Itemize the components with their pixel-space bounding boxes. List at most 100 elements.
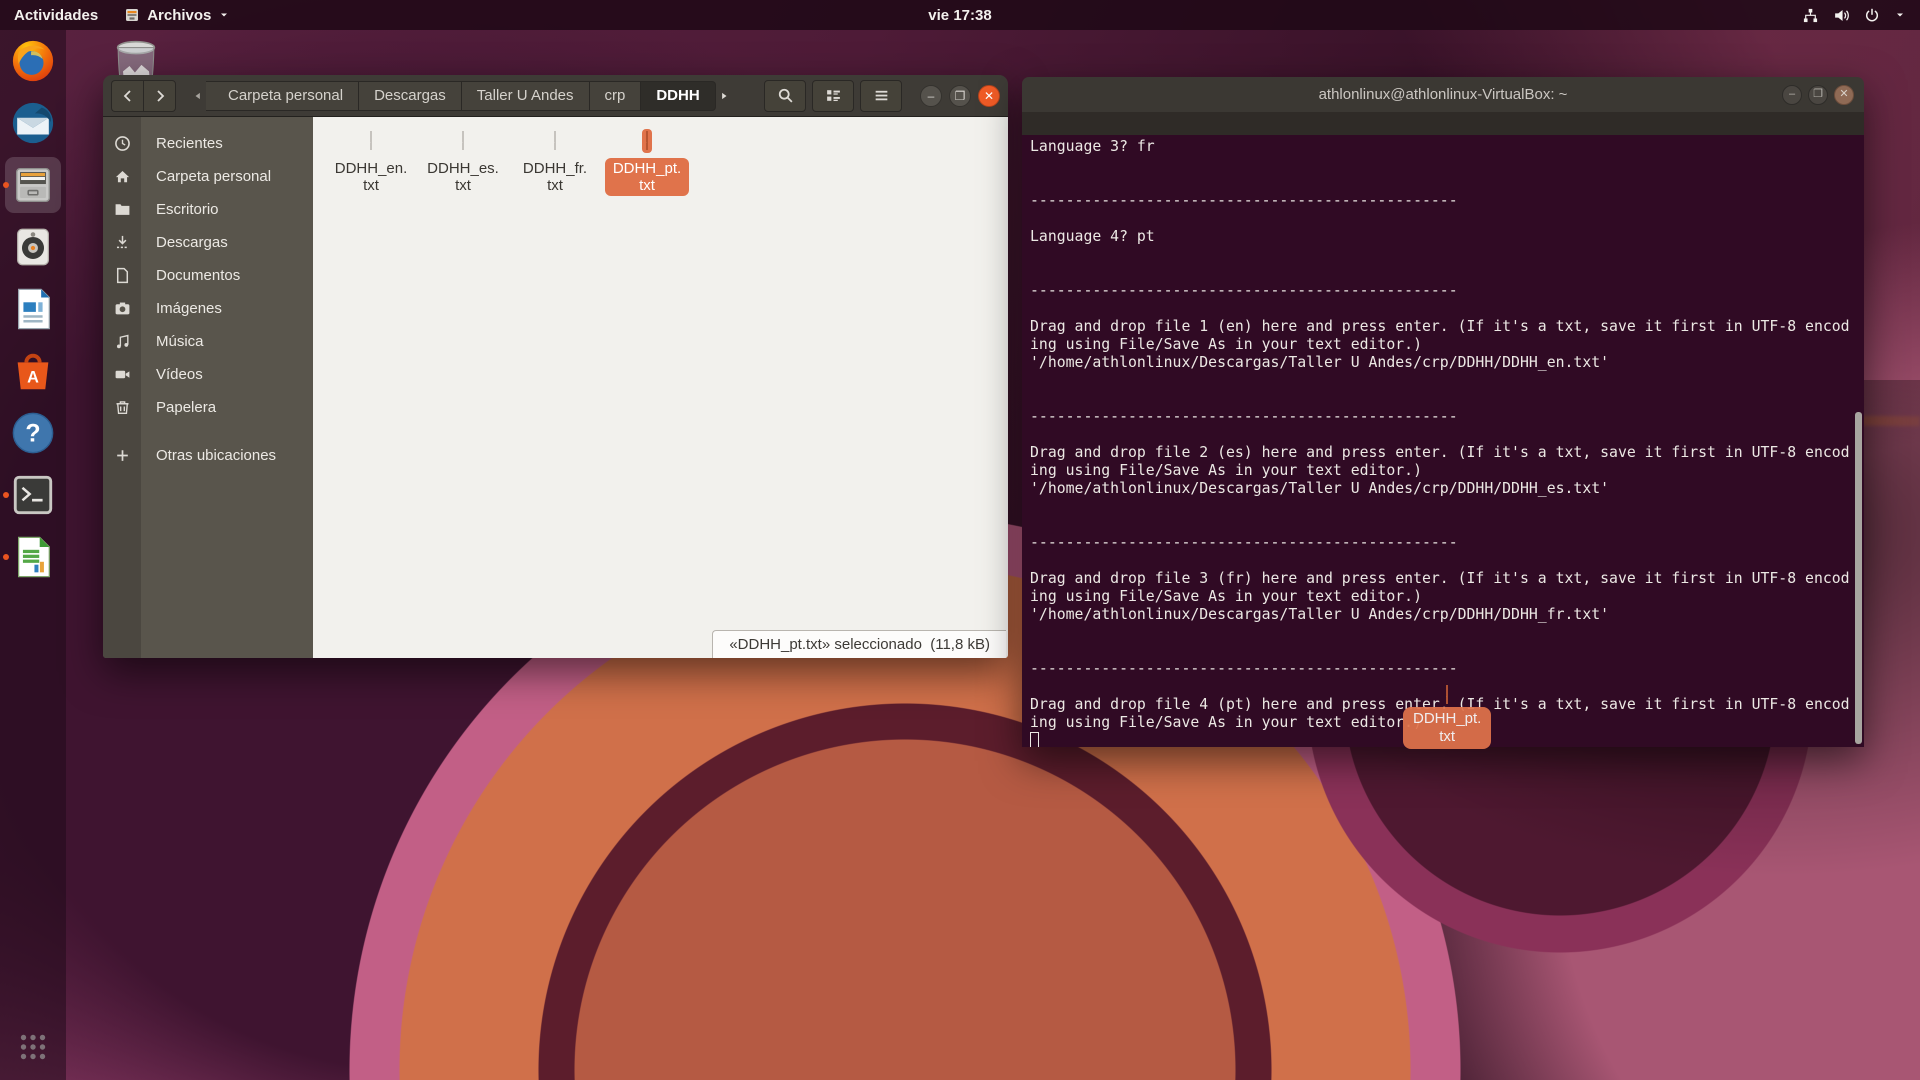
forward-button[interactable] — [143, 80, 176, 112]
breadcrumb-scroll-right[interactable] — [716, 81, 732, 111]
maximize-button[interactable]: ❐ — [949, 85, 971, 107]
window-menu-button[interactable] — [860, 80, 902, 112]
triangle-right-icon — [719, 91, 729, 101]
sidebar-item[interactable]: Otras ubicaciones — [103, 439, 313, 472]
help-icon: ? — [10, 410, 56, 456]
firefox-icon — [10, 38, 56, 84]
sidebar-item-label: Imágenes — [141, 300, 222, 317]
breadcrumb-segment[interactable]: Descargas — [359, 81, 462, 111]
camera-icon — [103, 300, 141, 317]
breadcrumb-scroll-left[interactable] — [190, 81, 206, 111]
dock-item[interactable] — [0, 92, 66, 154]
terminal-titlebar[interactable]: athlonlinux@athlonlinux-VirtualBox: ~ – … — [1022, 77, 1864, 112]
dock-item[interactable] — [0, 278, 66, 340]
video-icon — [103, 366, 141, 383]
home-icon — [103, 168, 141, 185]
terminal-menubar — [1022, 112, 1864, 135]
triangle-left-icon — [193, 91, 203, 101]
network-icon — [1802, 7, 1819, 24]
terminal-cursor — [1030, 732, 1039, 747]
sidebar-item[interactable]: Papelera — [103, 391, 313, 424]
terminal-window: athlonlinux@athlonlinux-VirtualBox: ~ – … — [1022, 77, 1864, 747]
minimize-button[interactable]: – — [1782, 85, 1802, 105]
view-grid-icon — [825, 87, 842, 104]
file-item[interactable]: DDHH_en. txt — [325, 129, 417, 196]
app-menu-label: Archivos — [147, 7, 211, 24]
download-icon — [103, 234, 141, 251]
dock-item[interactable] — [0, 526, 66, 588]
file-name: DDHH_pt. txt — [605, 158, 689, 196]
close-button[interactable]: ✕ — [978, 85, 1000, 107]
dock-item[interactable]: A — [0, 340, 66, 402]
file-grid: DDHH_en. txt DDHH_es. txt DDHH_fr. txt D… — [325, 129, 693, 196]
breadcrumb-segment[interactable]: DDHH — [641, 81, 715, 111]
terminal-text: Language 3? fr -------------------------… — [1022, 135, 1864, 732]
power-icon — [1864, 7, 1880, 23]
thunderbird-icon — [10, 100, 56, 146]
breadcrumb-segment[interactable]: Taller U Andes — [462, 81, 590, 111]
chevron-down-icon — [1894, 9, 1906, 21]
terminal-screen[interactable]: Language 3? fr -------------------------… — [1022, 135, 1864, 747]
sidebar-item[interactable]: Documentos — [103, 259, 313, 292]
sidebar-item[interactable]: Música — [103, 325, 313, 358]
view-toggle-button[interactable] — [812, 80, 854, 112]
sidebar-item[interactable]: Vídeos — [103, 358, 313, 391]
folder-icon — [103, 201, 141, 218]
sidebar-item-label: Música — [141, 333, 204, 350]
breadcrumb-label: Taller U Andes — [477, 87, 574, 104]
file-area[interactable]: DDHH_en. txt DDHH_es. txt DDHH_fr. txt D… — [313, 117, 1008, 658]
text-file-icon — [370, 131, 372, 150]
sidebar-item[interactable]: Escritorio — [103, 193, 313, 226]
sidebar-item[interactable]: Imágenes — [103, 292, 313, 325]
terminal-title: athlonlinux@athlonlinux-VirtualBox: ~ — [1022, 86, 1864, 103]
volume-icon — [1833, 7, 1850, 24]
dock-item[interactable] — [0, 30, 66, 92]
sidebar-item[interactable]: Descargas — [103, 226, 313, 259]
close-button[interactable]: ✕ — [1834, 85, 1854, 105]
back-icon — [120, 88, 136, 104]
document-icon — [103, 267, 141, 284]
file-item[interactable]: DDHH_fr. txt — [509, 129, 601, 196]
rhythmbox-icon — [10, 224, 56, 270]
software-icon: A — [10, 348, 56, 394]
chevron-down-icon — [218, 9, 230, 21]
breadcrumb-segment[interactable]: crp — [590, 81, 642, 111]
maximize-button[interactable]: ❐ — [1808, 85, 1828, 105]
app-menu[interactable]: Archivos — [124, 7, 230, 24]
breadcrumb: Carpeta personal Descargas Taller U Ande… — [206, 81, 716, 111]
dock-item[interactable]: ? — [0, 402, 66, 464]
files-toolbar: Carpeta personal Descargas Taller U Ande… — [103, 75, 1008, 117]
clock[interactable]: vie 17:38 — [0, 7, 1920, 24]
dock-item[interactable] — [0, 216, 66, 278]
status-bar: «DDHH_pt.txt» seleccionado (11,8 kB) — [712, 630, 1006, 658]
system-tray[interactable] — [1802, 7, 1920, 24]
search-button[interactable] — [764, 80, 806, 112]
top-bar: Actividades Archivos vie 17:38 — [0, 0, 1920, 30]
back-button[interactable] — [111, 80, 143, 112]
terminal-scrollbar-thumb[interactable] — [1855, 412, 1862, 744]
sidebar-item-label: Otras ubicaciones — [141, 447, 276, 464]
files-sidebar: Recientes Carpeta personal Escritorio De… — [103, 117, 313, 658]
dock-item[interactable] — [0, 154, 66, 216]
desktop: Actividades Archivos vie 17:38 — [0, 0, 1920, 1080]
file-name: DDHH_fr. txt — [515, 158, 595, 196]
sidebar-item-label: Papelera — [141, 399, 216, 416]
text-file-icon — [646, 131, 648, 150]
sidebar-item-label: Carpeta personal — [141, 168, 271, 185]
trash-icon — [103, 399, 141, 416]
sidebar-item[interactable]: Carpeta personal — [103, 160, 313, 193]
minimize-button[interactable]: – — [920, 85, 942, 107]
text-file-icon — [554, 131, 556, 150]
sidebar-item-label: Documentos — [141, 267, 240, 284]
activities-button[interactable]: Actividades — [14, 7, 98, 24]
file-item[interactable]: DDHH_es. txt — [417, 129, 509, 196]
search-icon — [777, 87, 794, 104]
file-name: DDHH_en. txt — [327, 158, 416, 196]
clock-icon — [103, 135, 141, 152]
file-item[interactable]: DDHH_pt. txt — [601, 129, 693, 196]
breadcrumb-segment[interactable]: Carpeta personal — [206, 81, 359, 111]
sidebar-item-label: Vídeos — [141, 366, 203, 383]
calc-icon — [10, 534, 56, 580]
dock-item[interactable] — [0, 464, 66, 526]
sidebar-item[interactable]: Recientes — [103, 127, 313, 160]
